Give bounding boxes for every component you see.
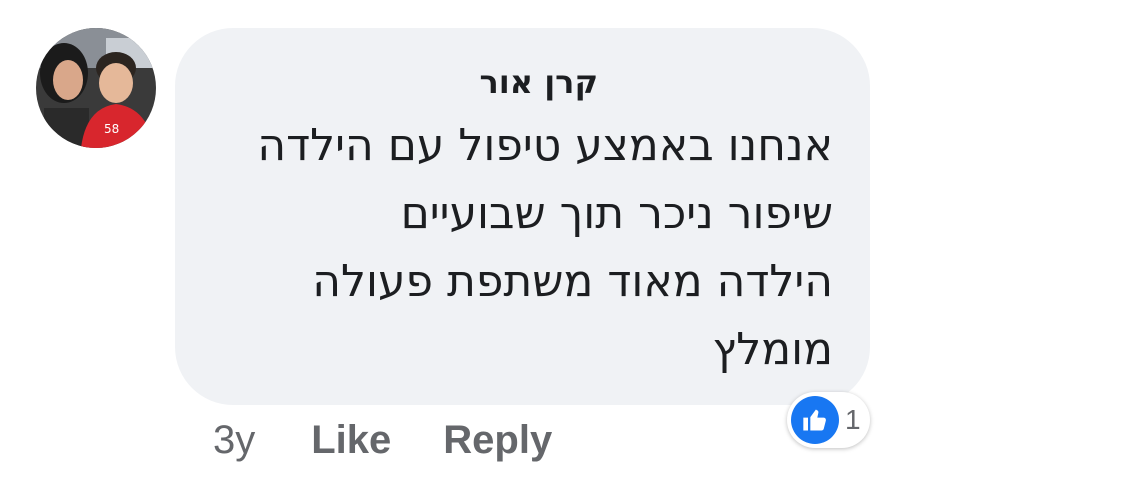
comment-text: אנחנו באמצע טיפול עם הילדה שיפור ניכר תו… [193, 112, 833, 384]
thumbs-up-icon [791, 396, 839, 444]
avatar[interactable]: 58 [36, 28, 156, 148]
reply-button[interactable]: Reply [443, 418, 552, 463]
comment-actions: 3y Like Reply [213, 414, 552, 466]
svg-text:58: 58 [104, 122, 119, 136]
like-button[interactable]: Like [311, 418, 391, 463]
reaction-count: 1 [845, 404, 861, 435]
comment-timestamp[interactable]: 3y [213, 418, 255, 463]
comment-line: שיפור ניכר תוך שבועיים [400, 188, 833, 239]
comment-line: הילדה מאוד משתפת פעולה [312, 256, 833, 307]
comment-author[interactable]: קרן אור [298, 62, 599, 102]
comment-line: מומלץ [712, 324, 833, 375]
reaction-summary[interactable]: 1 [787, 392, 870, 448]
comment-line: אנחנו באמצע טיפול עם הילדה [257, 120, 833, 171]
